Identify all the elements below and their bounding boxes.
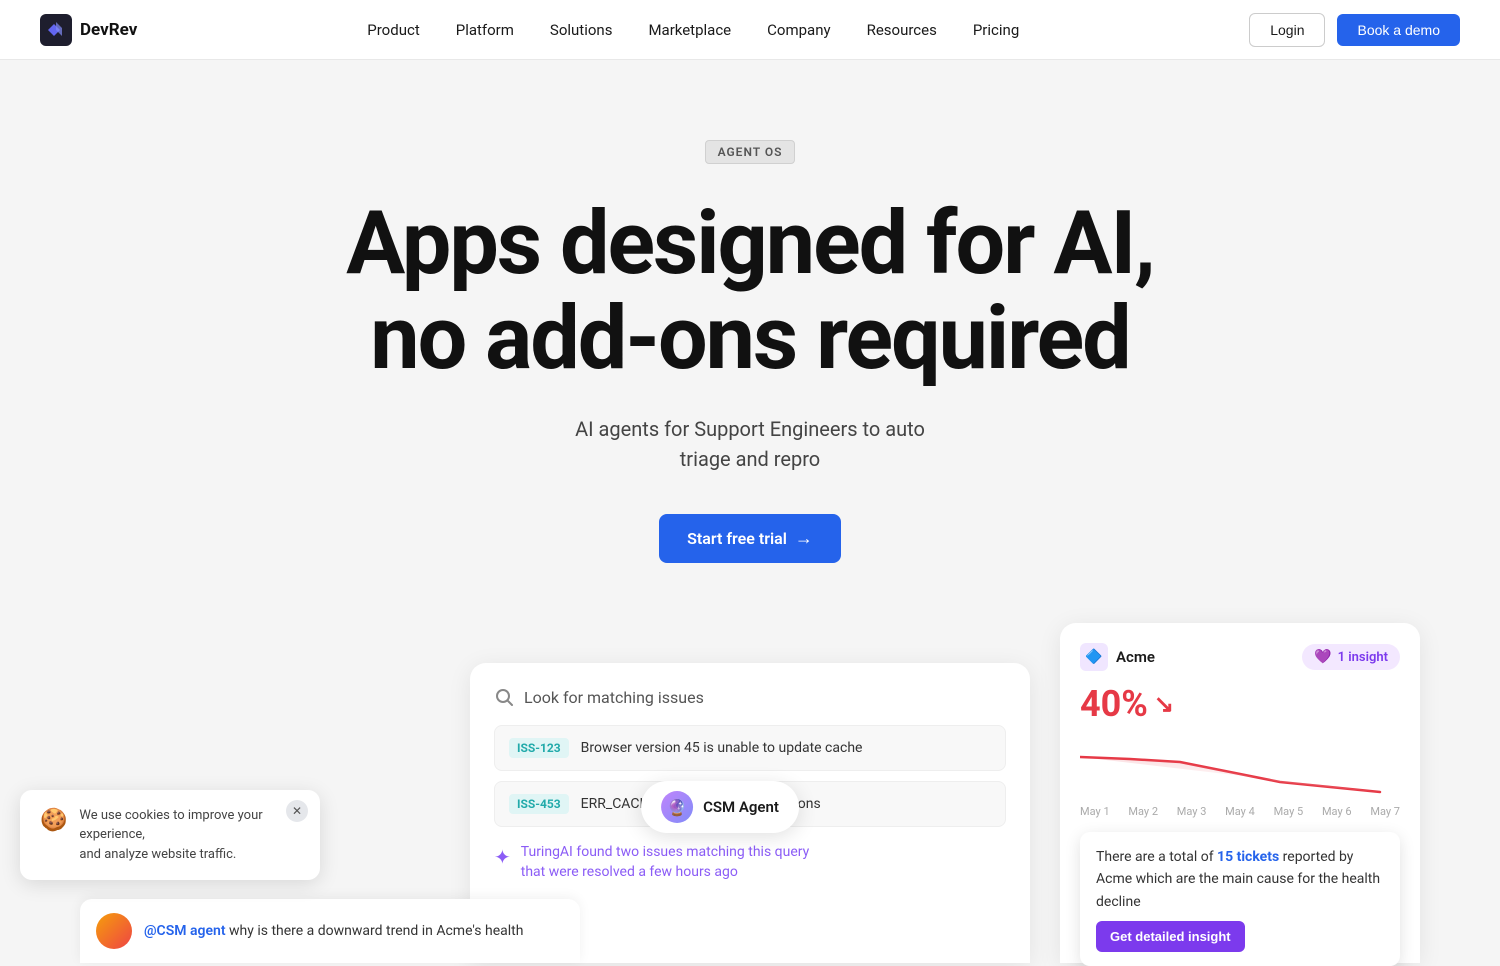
- issue-badge-1: ISS-123: [509, 738, 569, 758]
- cookie-line2: and analyze website traffic.: [79, 847, 236, 862]
- hero-section: AGENT OS Apps designed for AI, no add-on…: [0, 60, 1500, 623]
- agent-icon: 🔮: [661, 791, 693, 823]
- tooltip-highlight: 15 tickets: [1217, 849, 1279, 865]
- nav-actions: Login Book a demo: [1249, 13, 1460, 47]
- insight-icon: 💜: [1314, 649, 1331, 665]
- trial-arrow: →: [795, 528, 813, 549]
- chat-avatar: [96, 913, 132, 949]
- ai-row: ✦ TuringAI found two issues matching thi…: [494, 843, 1006, 882]
- tooltip-prefix: There are a total of: [1096, 849, 1217, 865]
- hero-title: Apps designed for AI, no add-ons require…: [346, 196, 1154, 386]
- hero-title-line1: Apps designed for AI,: [346, 192, 1154, 295]
- nav-links: Product Platform Solutions Marketplace C…: [367, 20, 1019, 39]
- nav-company[interactable]: Company: [767, 21, 830, 39]
- agent-badge: 🔮 CSM Agent: [641, 781, 799, 833]
- chart-date-4: May 4: [1225, 805, 1255, 818]
- navbar: DevRev Product Platform Solutions Market…: [0, 0, 1500, 60]
- chart-date-2: May 2: [1128, 805, 1158, 818]
- cookie-close-button[interactable]: ✕: [286, 800, 308, 822]
- ai-text-line2: that were resolved a few hours ago: [521, 863, 809, 883]
- acme-row: 🔷 Acme: [1080, 643, 1155, 671]
- hero-title-line2: no add-ons required: [370, 287, 1129, 390]
- cookie-text: We use cookies to improve your experienc…: [79, 806, 300, 865]
- chart-date-1: May 1: [1080, 805, 1110, 818]
- nav-resources[interactable]: Resources: [867, 21, 937, 39]
- percent-arrow-icon: ↘: [1154, 690, 1174, 718]
- cookie-line1: We use cookies to improve your experienc…: [79, 808, 262, 843]
- logo[interactable]: DevRev: [40, 14, 137, 46]
- trial-label: Start free trial: [687, 529, 787, 548]
- mini-chart: May 1 May 2 May 3 May 4 May 5 May 6 May …: [1080, 737, 1400, 818]
- chart-date-5: May 5: [1274, 805, 1304, 818]
- right-panel: 🔷 Acme 💜 1 insight 40% ↘: [1060, 623, 1420, 963]
- issue-row-1: ISS-123 Browser version 45 is unable to …: [494, 725, 1006, 771]
- issue-badge-2: ISS-453: [509, 794, 569, 814]
- book-demo-button[interactable]: Book a demo: [1337, 14, 1460, 46]
- search-label: Look for matching issues: [524, 688, 704, 707]
- cookie-banner: ✕ 🍪 We use cookies to improve your exper…: [20, 790, 320, 881]
- issue-text-1: Browser version 45 is unable to update c…: [581, 740, 863, 756]
- ai-text-line1: TuringAI found two issues matching this …: [521, 843, 809, 863]
- chat-bar: @CSM agent why is there a downward trend…: [80, 899, 580, 963]
- start-trial-button[interactable]: Start free trial →: [659, 514, 841, 563]
- panel-percent: 40% ↘: [1080, 683, 1400, 725]
- percent-value: 40%: [1080, 683, 1148, 725]
- cookie-icon: 🍪: [40, 808, 67, 833]
- ai-spark-icon: ✦: [494, 845, 511, 869]
- hero-subtitle: AI agents for Support Engineers to autot…: [575, 414, 925, 474]
- acme-name: Acme: [1116, 648, 1155, 666]
- logo-text: DevRev: [80, 20, 137, 40]
- chat-body: why is there a downward trend in Acme's …: [229, 923, 523, 939]
- search-icon: [494, 687, 514, 707]
- tooltip-card: There are a total of 15 tickets reported…: [1080, 832, 1400, 966]
- nav-marketplace[interactable]: Marketplace: [648, 21, 731, 39]
- hero-badge: AGENT OS: [705, 140, 796, 164]
- nav-solutions[interactable]: Solutions: [550, 21, 613, 39]
- chat-mention: @CSM agent: [144, 923, 226, 939]
- acme-logo: 🔷: [1080, 643, 1108, 671]
- right-panel-header: 🔷 Acme 💜 1 insight: [1080, 643, 1400, 671]
- chart-date-3: May 3: [1177, 805, 1207, 818]
- agent-label: CSM Agent: [703, 798, 779, 816]
- insight-label: 1 insight: [1338, 650, 1388, 665]
- nav-product[interactable]: Product: [367, 21, 419, 39]
- nav-pricing[interactable]: Pricing: [973, 21, 1019, 39]
- chat-text: @CSM agent why is there a downward trend…: [144, 923, 523, 939]
- insight-badge: 💜 1 insight: [1302, 644, 1400, 670]
- search-row: Look for matching issues: [494, 687, 1006, 707]
- chart-dates: May 1 May 2 May 3 May 4 May 5 May 6 May …: [1080, 805, 1400, 818]
- get-insight-button[interactable]: Get detailed insight: [1096, 921, 1245, 952]
- chart-date-6: May 6: [1322, 805, 1352, 818]
- chart-date-7: May 7: [1370, 805, 1400, 818]
- nav-platform[interactable]: Platform: [456, 21, 514, 39]
- login-button[interactable]: Login: [1249, 13, 1325, 47]
